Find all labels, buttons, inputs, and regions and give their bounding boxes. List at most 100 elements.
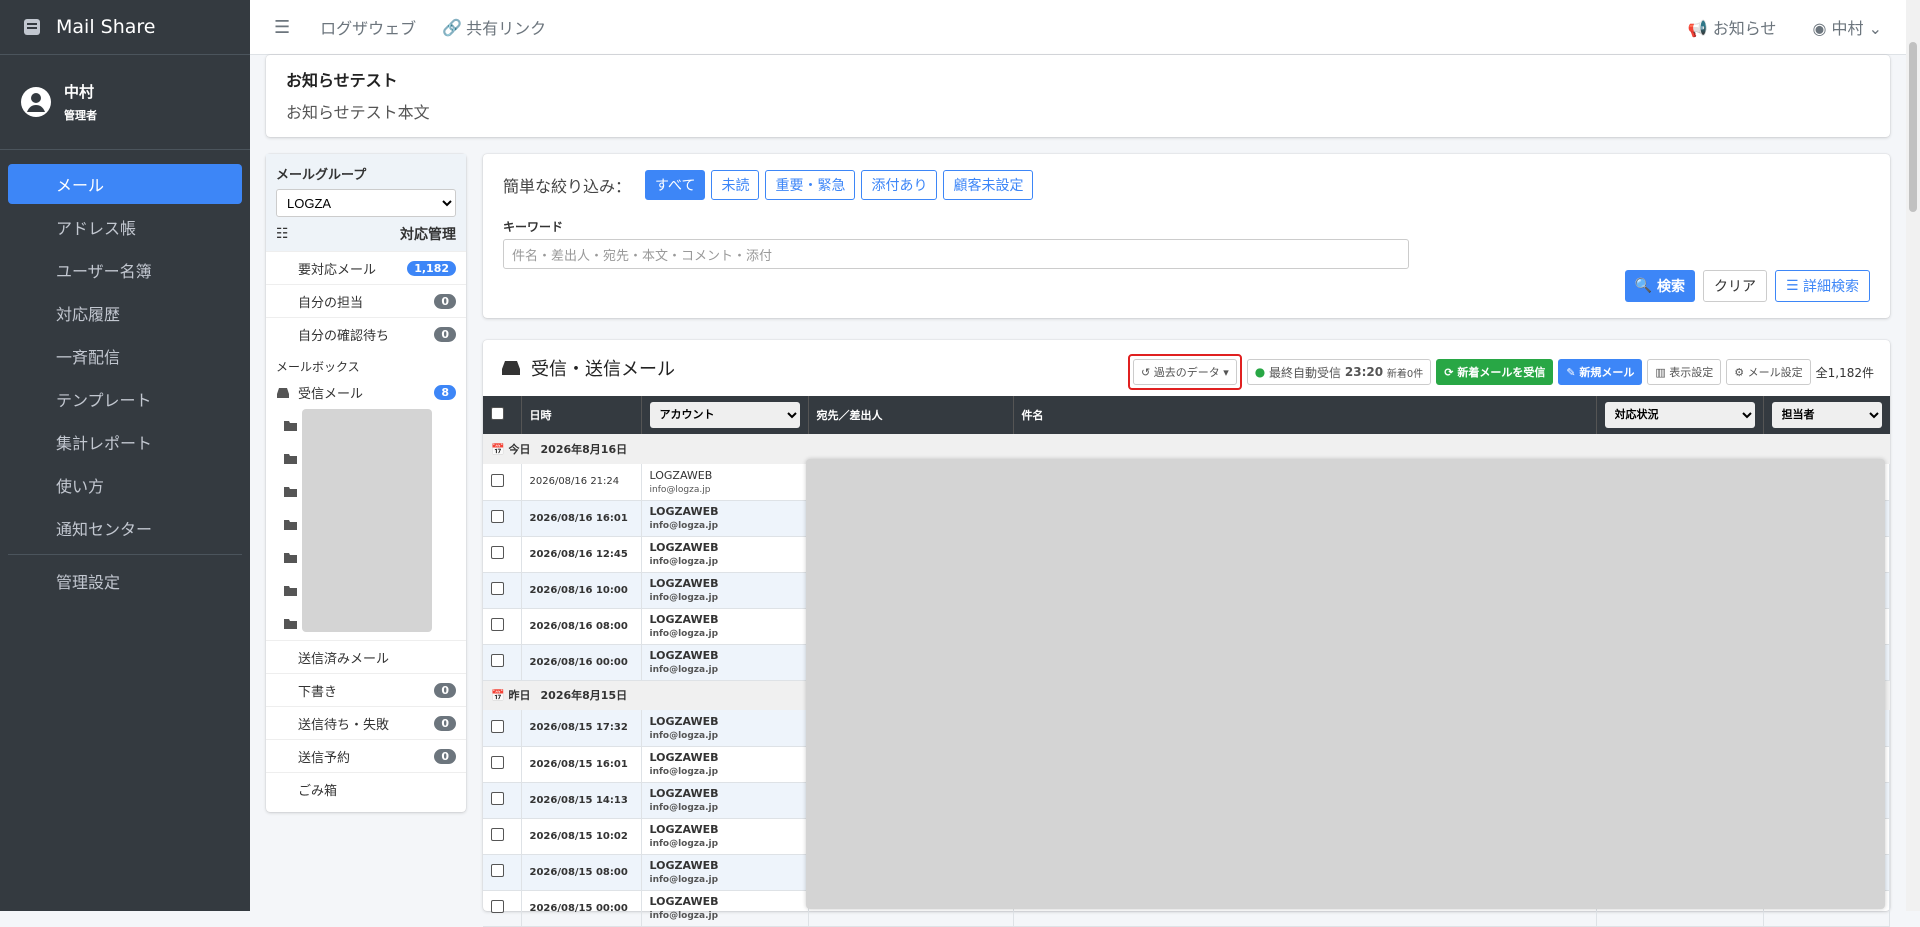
rows2-count: 0 xyxy=(434,682,456,698)
account-filter-select[interactable]: アカウント xyxy=(649,402,800,428)
user-menu[interactable]: ◉ 中村 ⌄ xyxy=(1812,15,1882,39)
sidebar-item-label: アドレス帳 xyxy=(56,219,137,238)
detail-search-button[interactable]: ☰ 詳細検索 xyxy=(1774,270,1870,302)
keyword-input[interactable]: 件名・差出人・宛先・本文・コメント・添付 xyxy=(503,239,1409,269)
row-checkbox[interactable] xyxy=(491,546,504,559)
account-name: LOGZAWEB xyxy=(649,714,719,728)
row-checkbox[interactable] xyxy=(491,510,504,523)
row-account: LOGZAWEB info@logza.jp xyxy=(641,500,809,537)
mail-group-select[interactable]: LOGZA xyxy=(276,189,456,217)
menu-item-icon xyxy=(276,327,290,341)
row-checkbox-cell xyxy=(483,644,522,681)
row-account: LOGZAWEB info@logza.jp xyxy=(641,572,809,609)
sidebar-item-5[interactable]: テンプレート xyxy=(8,379,242,419)
sidebar-item-8[interactable]: 通知センター xyxy=(8,508,242,548)
rows1-item[interactable]: 自分の確認待ち 0 xyxy=(266,317,466,350)
total-count: 全1,182件 xyxy=(1815,365,1874,380)
columns-icon: ▥ xyxy=(1655,365,1670,379)
scrollbar-thumb[interactable] xyxy=(1909,42,1917,212)
row-checkbox[interactable] xyxy=(491,618,504,631)
clear-button[interactable]: クリア xyxy=(1702,270,1767,302)
link-shared-label: 共有リンク xyxy=(466,19,547,38)
new-mail-label: 新規メール xyxy=(1579,366,1635,379)
sidebar-item-9[interactable]: 管理設定 xyxy=(8,561,242,601)
sidebar-item-3[interactable]: 対応履歴 xyxy=(8,293,242,333)
rows1-item[interactable]: 自分の担当 0 xyxy=(266,284,466,317)
account-name: LOGZAWEB xyxy=(649,541,719,554)
mail-settings-button[interactable]: ⚙ メール設定 xyxy=(1726,359,1811,385)
folder-icon xyxy=(284,619,297,629)
filter-button-2[interactable]: 重要・緊急 xyxy=(765,170,856,200)
row-checkbox[interactable] xyxy=(491,864,504,877)
row-account: LOGZAWEB info@logza.jp xyxy=(641,608,809,645)
row-checkbox[interactable] xyxy=(491,828,504,841)
rows1-count: 1,182 xyxy=(407,260,456,276)
sidebar-item-label: 集計レポート xyxy=(56,434,153,453)
link-shared[interactable]: 🔗 共有リンク xyxy=(442,15,546,39)
account-name: LOGZAWEB xyxy=(649,577,719,590)
row-checkbox[interactable] xyxy=(491,900,504,913)
row-checkbox-cell xyxy=(483,710,522,747)
rows2-item[interactable]: ごみ箱 xyxy=(266,772,466,805)
assignee-filter-select[interactable]: 担当者 xyxy=(1771,402,1882,428)
account-address: info@logza.jp xyxy=(649,557,719,567)
sidebar-item-1[interactable]: アドレス帳 xyxy=(8,207,242,247)
row-checkbox[interactable] xyxy=(491,792,504,805)
sidebar-nav: メールアドレス帳ユーザー名簿 対応履歴 一斉配信 テンプレート集計レポート使い方 通知セ… xyxy=(0,150,250,618)
row-checkbox[interactable] xyxy=(491,473,504,487)
sidebar-item-4[interactable]: 一斉配信 xyxy=(8,336,242,376)
row-date: 2026/08/15 08:00 xyxy=(521,854,642,891)
col-subject: 件名 xyxy=(1013,396,1597,434)
row-checkbox[interactable] xyxy=(491,719,504,733)
display-settings-button[interactable]: ▥ 表示設定 xyxy=(1647,359,1722,385)
nav-divider xyxy=(8,554,242,555)
rows2-item[interactable]: 送信予約 0 xyxy=(266,739,466,772)
filter-button-0[interactable]: すべて xyxy=(645,170,706,200)
rows2-item[interactable]: 送信済みメール xyxy=(266,640,466,673)
gear-icon: ⚙ xyxy=(1734,365,1748,379)
account-name: LOGZAWEB xyxy=(649,751,719,764)
filter-button-1[interactable]: 未読 xyxy=(711,170,760,200)
account-name: LOGZAWEB xyxy=(649,468,713,482)
folder-icon xyxy=(284,553,297,563)
link-logzaweb[interactable]: ログザウェブ xyxy=(320,15,416,39)
account-name: LOGZAWEB xyxy=(649,649,719,662)
row-checkbox[interactable] xyxy=(491,582,504,595)
receive-new-button[interactable]: ⟳ 新着メールを受信 xyxy=(1436,359,1554,385)
row-checkbox-cell xyxy=(483,608,522,645)
brand[interactable]: Mail Share xyxy=(0,0,250,55)
sidebar-item-0[interactable]: メール xyxy=(8,164,242,204)
page-scrollbar[interactable] xyxy=(1906,0,1920,911)
user-panel[interactable]: 中村 管理者 xyxy=(0,55,250,150)
notice-label: お知らせ xyxy=(1712,19,1777,38)
past-data-dropdown[interactable]: ↺ 過去のデータ ▾ xyxy=(1133,359,1237,385)
notice-button[interactable]: 📢 お知らせ xyxy=(1688,15,1777,39)
rows2-item[interactable]: 下書き 0 xyxy=(266,673,466,706)
row-checkbox[interactable] xyxy=(491,654,504,667)
detail-search-label: 詳細検索 xyxy=(1803,279,1859,295)
filter-button-3[interactable]: 添付あり xyxy=(861,170,938,200)
inbox-item[interactable]: 受信メール 8 xyxy=(266,376,466,409)
status-filter-select[interactable]: 対応状況 xyxy=(1604,402,1755,428)
sidebar-item-7[interactable]: 使い方 xyxy=(8,465,242,505)
display-settings-label: 表示設定 xyxy=(1669,366,1714,379)
topbar: ☰ ログザウェブ 🔗 共有リンク 📢 お知らせ ◉ 中村 ⌄ xyxy=(250,0,1920,55)
sidebar-item-6[interactable]: 集計レポート xyxy=(8,422,242,462)
select-all-checkbox[interactable] xyxy=(491,407,504,420)
rows1-label: 自分の確認待ち xyxy=(298,328,390,344)
inbox-count: 8 xyxy=(434,385,456,400)
filter-button-4[interactable]: 顧客未設定 xyxy=(943,170,1034,200)
sidebar-item-2[interactable]: ユーザー名簿 xyxy=(8,250,242,290)
row-checkbox-cell xyxy=(483,536,522,573)
rows2-label: 下書き xyxy=(298,684,338,700)
rows1-item[interactable]: 要対応メール 1,182 xyxy=(266,251,466,284)
rows2-item[interactable]: 送信待ち・失敗 0 xyxy=(266,706,466,739)
hamburger-icon[interactable]: ☰ xyxy=(274,17,290,38)
notice-card: お知らせテスト お知らせテスト本文 xyxy=(266,55,1890,137)
mail-share-logo-icon xyxy=(24,19,40,35)
row-checkbox[interactable] xyxy=(491,756,504,769)
account-address: info@logza.jp xyxy=(649,839,719,849)
new-mail-button[interactable]: ✎ 新規メール xyxy=(1558,359,1643,385)
search-button[interactable]: 🔍 検索 xyxy=(1624,270,1695,302)
row-account: LOGZAWEB info@logza.jp xyxy=(641,818,809,855)
